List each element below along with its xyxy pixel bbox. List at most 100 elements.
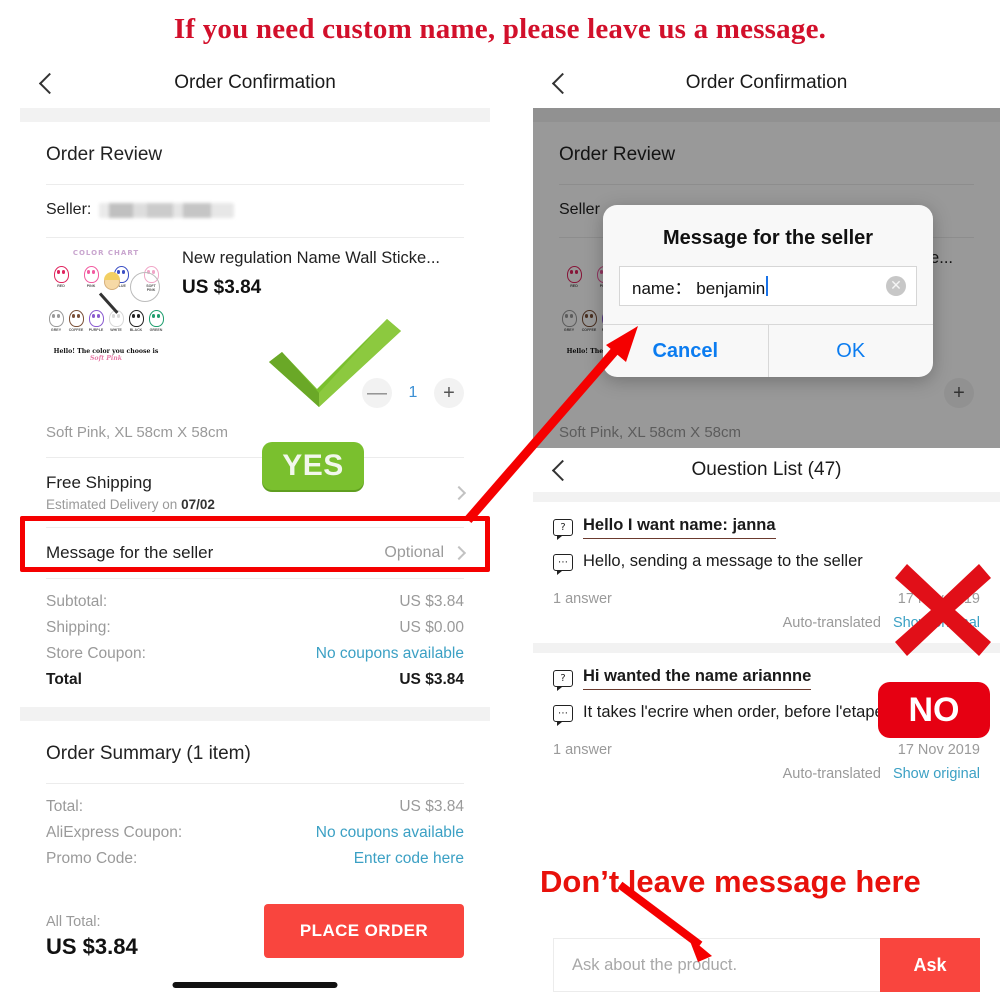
thumb-footer-text: Hello! The color you choose is Soft Pink <box>53 348 159 362</box>
message-input-value: name： benjamin <box>632 278 766 298</box>
back-icon[interactable] <box>551 462 567 478</box>
answer-text: Hello, sending a message to the seller <box>583 552 863 570</box>
price-row-value: US $3.84 <box>399 671 464 688</box>
clear-icon[interactable]: ✕ <box>886 276 906 296</box>
thumb-kid-illustration <box>98 272 126 322</box>
answer-bubble-icon: ⋯ <box>553 704 573 726</box>
answer-count: 1 answer <box>553 741 612 758</box>
owl-swatch: PURPLE <box>88 310 104 332</box>
price-row: Shipping: US $0.00 <box>46 615 464 641</box>
quantity-stepper[interactable]: — 1 + <box>20 366 490 408</box>
seller-row[interactable]: Seller: <box>20 185 490 237</box>
shipping-sub: Estimated Delivery on 07/02 <box>46 497 215 512</box>
price-row: Total: US $3.84 <box>46 794 464 820</box>
price-row-value[interactable]: No coupons available <box>316 645 464 663</box>
ask-input[interactable]: Ask about the product. <box>553 938 880 992</box>
price-row: Store Coupon: No coupons available <box>46 641 464 667</box>
price-row-key: Total: <box>46 798 84 815</box>
message-for-seller-row[interactable]: Message for the seller Optional <box>20 528 490 578</box>
owl-color-label: BLACK <box>129 328 143 332</box>
all-total-label: All Total: <box>46 914 101 930</box>
owl-swatch: GREEN <box>148 310 164 332</box>
place-order-button[interactable]: PLACE ORDER <box>264 904 464 958</box>
owl-color-label: WHITE <box>110 328 122 332</box>
translation-row: Auto-translated Show original <box>533 762 1000 794</box>
message-for-seller-value: Optional <box>384 544 444 561</box>
section-gap <box>533 492 1000 502</box>
order-summary-title: Order Summary (1 item) <box>46 743 251 764</box>
quantity-plus-button[interactable]: + <box>434 378 464 408</box>
thumb-chart-title: COLOR CHART <box>72 249 140 257</box>
show-original-link[interactable]: Show original <box>893 766 980 782</box>
price-row: Promo Code: Enter code here <box>46 846 464 872</box>
price-row-key: Promo Code: <box>46 850 138 867</box>
price-row-key: AliExpress Coupon: <box>46 824 183 841</box>
answer-count: 1 answer <box>553 590 612 607</box>
product-variant: Soft Pink, XL 58cm X 58cm <box>46 424 229 441</box>
question-bubble-icon: ? <box>553 519 573 540</box>
shipping-row[interactable]: Free Shipping Estimated Delivery on 07/0… <box>20 458 490 527</box>
right-navbar: Order Confirmation <box>533 58 1000 108</box>
question-date: 17 Nov 2019 <box>897 741 980 758</box>
price-row-value[interactable]: Enter code here <box>354 850 464 868</box>
owl-icon <box>148 310 164 327</box>
price-row-key: Subtotal: <box>46 593 108 610</box>
price-row-value[interactable]: No coupons available <box>316 824 464 842</box>
price-row-value: US $3.84 <box>399 593 464 610</box>
back-icon[interactable] <box>38 75 54 91</box>
yes-badge: YES <box>262 442 364 490</box>
owl-color-label: GREY <box>50 328 62 332</box>
ask-bar: Ask about the product. Ask <box>533 938 1000 992</box>
red-x-icon <box>895 564 991 656</box>
owl-swatch: GREY <box>48 310 64 332</box>
no-badge: NO <box>878 682 990 738</box>
price-row: AliExpress Coupon: No coupons available <box>46 820 464 846</box>
owl-icon <box>48 310 64 327</box>
price-breakdown: Subtotal: US $3.84 Shipping: US $0.00 Store … <box>20 579 490 707</box>
owl-icon <box>128 310 144 327</box>
dialog-title: Message for the seller <box>662 227 874 249</box>
owl-swatch: BLACK <box>128 310 144 332</box>
owl-icon <box>68 310 84 327</box>
price-row-key: Shipping: <box>46 619 111 636</box>
auto-translated-label: Auto-translated <box>782 614 881 631</box>
price-row: Subtotal: US $3.84 <box>46 589 464 615</box>
answer-bubble-icon: ⋯ <box>553 554 573 575</box>
cancel-button[interactable]: Cancel <box>603 325 769 377</box>
question-list-title: Ouestion List (47) <box>691 459 842 480</box>
question-text: Hello I want name: janna <box>583 516 776 539</box>
owl-swatch: COFFEE <box>68 310 84 332</box>
dialog-actions: Cancel OK <box>603 324 933 377</box>
left-nav-title: Order Confirmation <box>174 72 336 93</box>
product-thumbnail[interactable]: COLOR CHART RED PINK BLUE SOFT PINK GREY COF… <box>46 244 166 366</box>
message-input-field[interactable]: name： benjamin ✕ <box>619 266 917 306</box>
owl-icon <box>83 266 99 283</box>
all-total-block: All Total: US $3.84 <box>46 914 138 960</box>
message-seller-dialog: Message for the seller name： benjamin ✕ … <box>603 205 933 377</box>
owl-icon <box>53 266 69 283</box>
green-check-icon <box>269 319 401 407</box>
question-text: Hi wanted the name ariannne <box>583 667 812 690</box>
product-row[interactable]: COLOR CHART RED PINK BLUE SOFT PINK GREY COF… <box>20 238 490 366</box>
message-for-seller-label: Message for the seller <box>46 543 214 562</box>
product-price: US $3.84 <box>182 276 262 298</box>
owl-color-label: GREEN <box>149 328 163 332</box>
price-row-key: Store Coupon: <box>46 645 146 662</box>
seller-name-blurred <box>99 202 235 218</box>
owl-color-label: COFFEE <box>68 328 84 332</box>
chevron-right-icon <box>451 485 467 500</box>
home-indicator <box>172 982 338 988</box>
text-caret <box>766 276 769 296</box>
order-review-title: Order Review <box>46 144 163 165</box>
price-row-key: Total <box>46 671 82 688</box>
back-icon[interactable] <box>551 75 567 91</box>
ok-button[interactable]: OK <box>769 325 934 377</box>
promo-banner-text: If you need custom name, please leave us… <box>173 12 827 45</box>
price-row-value: US $3.84 <box>399 798 464 815</box>
left-phone-screen: Order Confirmation Order Review Seller: … <box>20 58 490 1000</box>
ask-button[interactable]: Ask <box>880 938 980 992</box>
owl-icon <box>88 310 104 327</box>
question-line: ? Hello I want name: janna <box>553 516 980 540</box>
right-phone-screen: Order Confirmation Order Review Seller R… <box>533 58 1000 1000</box>
owl-color-label: PURPLE <box>88 328 104 332</box>
